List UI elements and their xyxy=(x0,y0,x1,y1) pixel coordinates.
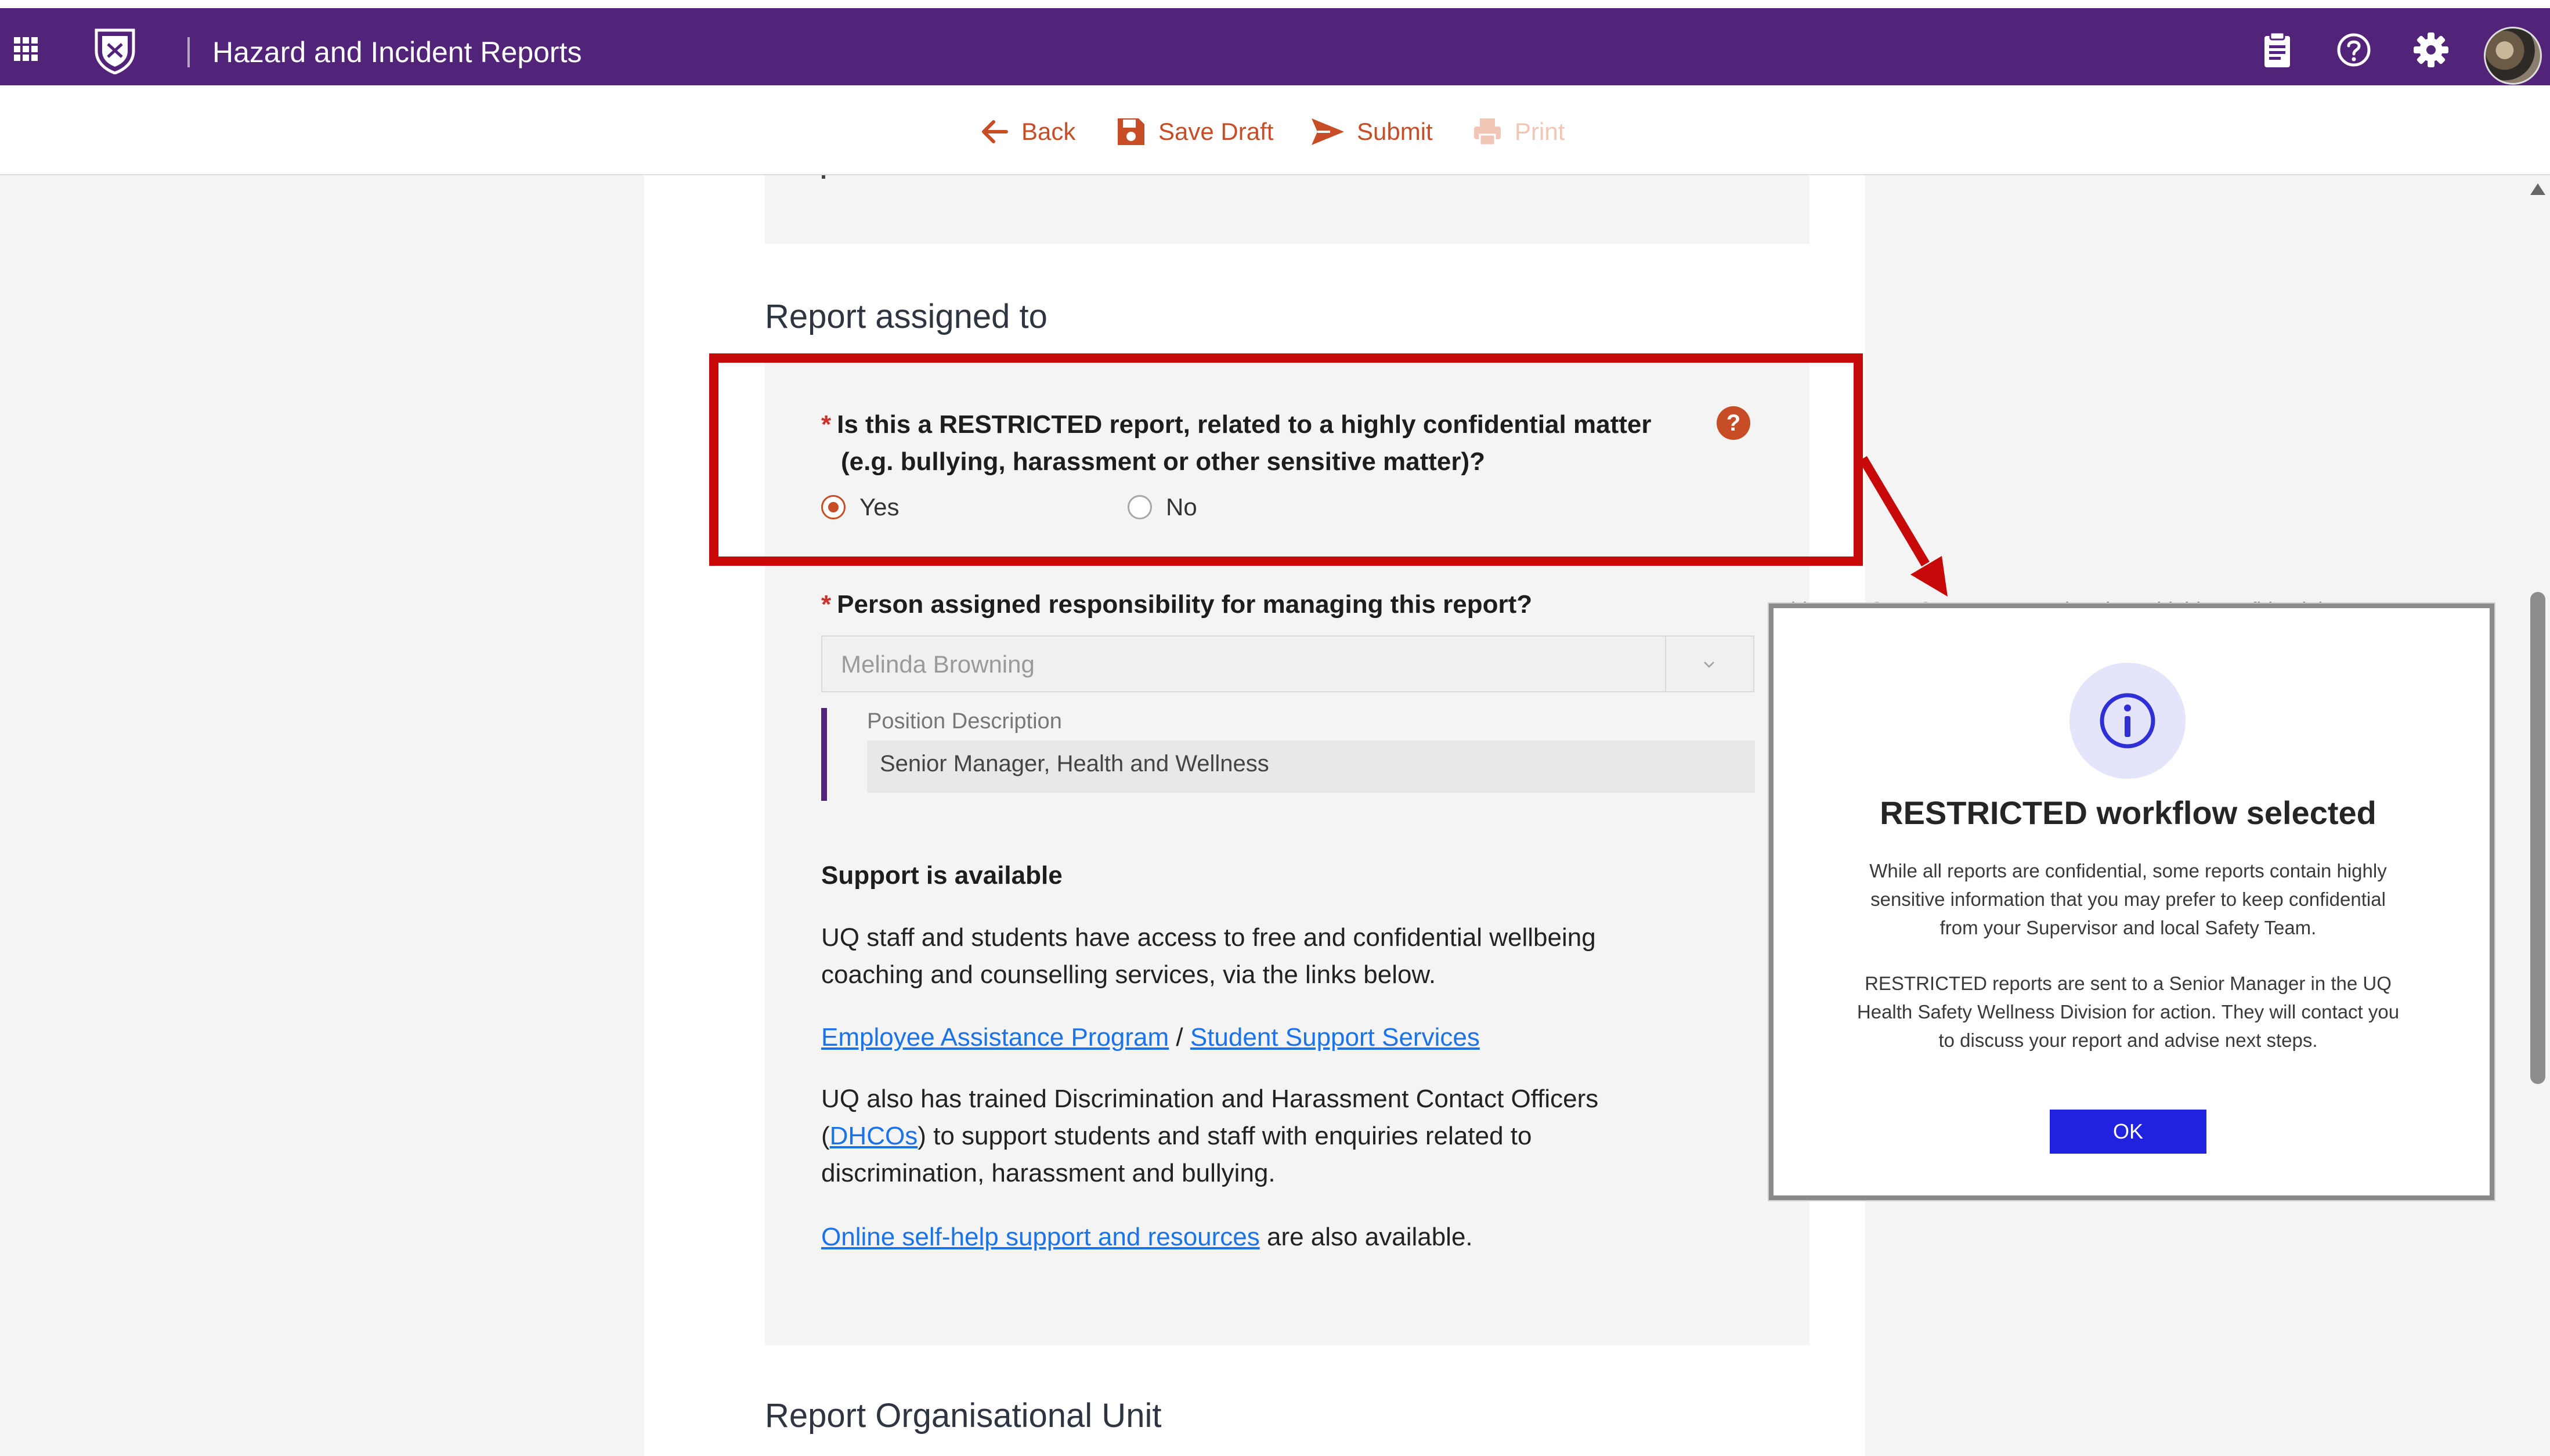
back-label: Back xyxy=(1021,118,1076,145)
chevron-down-icon xyxy=(1704,662,1714,668)
select-separator xyxy=(1665,637,1666,691)
support-title: Support is available xyxy=(821,861,1063,890)
help-icon[interactable]: ? xyxy=(1717,406,1750,440)
link-student-support[interactable]: Student Support Services xyxy=(1190,1023,1480,1052)
modal-p1-line1: While all reports are confidential, some… xyxy=(1869,860,2387,881)
save-icon xyxy=(1118,118,1144,145)
app-title: Hazard and Incident Reports xyxy=(212,36,582,68)
support-paragraph-2: UQ also has trained Discrimination and H… xyxy=(821,1081,1761,1192)
back-button[interactable]: Back xyxy=(978,111,1075,153)
modal-p2-line3: to discuss your report and advise next s… xyxy=(1938,1029,2318,1051)
modal-ok-button[interactable]: OK xyxy=(2050,1110,2206,1154)
person-select-value: Melinda Browning xyxy=(841,651,1035,678)
section-title-assigned: Report assigned to xyxy=(765,298,1048,335)
person-question-label: * Person assigned responsibility for mana… xyxy=(821,586,1532,623)
previous-field-marker xyxy=(822,175,825,179)
modal-title: RESTRICTED workflow selected xyxy=(1880,794,2376,831)
top-strip xyxy=(0,0,2550,8)
position-accent-bar xyxy=(821,708,827,801)
person-select[interactable]: Melinda Browning xyxy=(821,635,1754,692)
app-header: Hazard and Incident Reports xyxy=(0,8,2550,85)
gear-icon[interactable] xyxy=(2411,30,2451,70)
modal-p1-line3: from your Supervisor and local Safety Te… xyxy=(1939,917,2317,938)
send-icon xyxy=(1312,118,1344,145)
assigned-card xyxy=(765,360,1809,1345)
support-p2-open-paren: ( xyxy=(821,1122,830,1150)
restricted-question-line1: Is this a RESTRICTED report, related to … xyxy=(837,410,1652,439)
previous-section-card xyxy=(765,175,1809,244)
link-online-self-help[interactable]: Online self-help support and resources xyxy=(821,1223,1260,1251)
position-description-label: Position Description xyxy=(867,709,1062,734)
restricted-question-line2: (e.g. bullying, harassment or other sens… xyxy=(841,447,1486,476)
required-marker: * xyxy=(821,590,832,619)
support-links: Employee Assistance Program / Student Su… xyxy=(821,1019,1761,1056)
support-p1-line2: coaching and counselling services, via t… xyxy=(821,960,1436,989)
user-avatar[interactable] xyxy=(2484,27,2542,85)
support-p2-line3: discrimination, harassment and bullying. xyxy=(821,1159,1276,1187)
modal-p2-line1: RESTRICTED reports are sent to a Senior … xyxy=(1865,973,2392,994)
save-draft-button[interactable]: Save Draft xyxy=(1115,111,1273,153)
modal-paragraph-1: While all reports are confidential, some… xyxy=(1822,857,2434,942)
link-separator: / xyxy=(1176,1023,1183,1052)
radio-yes[interactable]: Yes xyxy=(821,493,900,521)
link-dhcos[interactable]: DHCOs xyxy=(830,1122,918,1150)
position-description-value: Senior Manager, Health and Wellness xyxy=(867,740,1755,793)
clipboard-icon[interactable] xyxy=(2258,30,2297,70)
header-divider xyxy=(187,37,190,67)
print-label: Print xyxy=(1515,118,1565,145)
radio-yes-label: Yes xyxy=(859,493,900,521)
form-toolbar: Back Save Draft Submit Print xyxy=(0,85,2550,175)
left-pane xyxy=(0,175,644,1456)
university-crest-icon xyxy=(95,28,135,74)
restricted-question-label: * Is this a RESTRICTED report, related to… xyxy=(821,406,1651,480)
scrollbar-thumb[interactable] xyxy=(2530,592,2545,1084)
info-icon xyxy=(2100,693,2155,749)
radio-no-indicator xyxy=(1128,495,1152,519)
support-paragraph-3: Online self-help support and resources a… xyxy=(821,1219,1761,1256)
apps-grid-icon[interactable] xyxy=(13,36,38,62)
support-paragraph-1: UQ staff and students have access to fre… xyxy=(821,919,1761,993)
save-draft-label: Save Draft xyxy=(1158,118,1274,145)
radio-no-label: No xyxy=(1166,493,1197,521)
submit-button[interactable]: Submit xyxy=(1310,111,1433,153)
link-employee-assistance[interactable]: Employee Assistance Program xyxy=(821,1023,1169,1052)
modal-p2-line2: Health Safety Wellness Division for acti… xyxy=(1856,1001,2400,1023)
modal-p1-line2: sensitive information that you may prefe… xyxy=(1870,888,2386,910)
support-p1-line1: UQ staff and students have access to fre… xyxy=(821,923,1596,952)
scroll-up-arrow[interactable] xyxy=(2530,183,2545,195)
radio-no[interactable]: No xyxy=(1128,493,1197,521)
support-p2-line2: ) to support students and staff with enq… xyxy=(918,1122,1532,1150)
submit-label: Submit xyxy=(1357,118,1433,145)
radio-yes-indicator xyxy=(821,495,846,519)
support-p3-rest: are also available. xyxy=(1259,1223,1473,1251)
person-question-text: Person assigned responsibility for manag… xyxy=(837,590,1533,619)
printer-icon xyxy=(1474,118,1501,146)
section-title-org-unit: Report Organisational Unit xyxy=(765,1397,1162,1435)
support-p2-line1: UQ also has trained Discrimination and H… xyxy=(821,1085,1599,1113)
arrow-left-icon xyxy=(982,120,1008,143)
help-circle-icon[interactable] xyxy=(2334,30,2374,70)
required-marker: * xyxy=(821,410,832,439)
print-button[interactable]: Print xyxy=(1472,111,1565,153)
modal-paragraph-2: RESTRICTED reports are sent to a Senior … xyxy=(1822,969,2434,1054)
